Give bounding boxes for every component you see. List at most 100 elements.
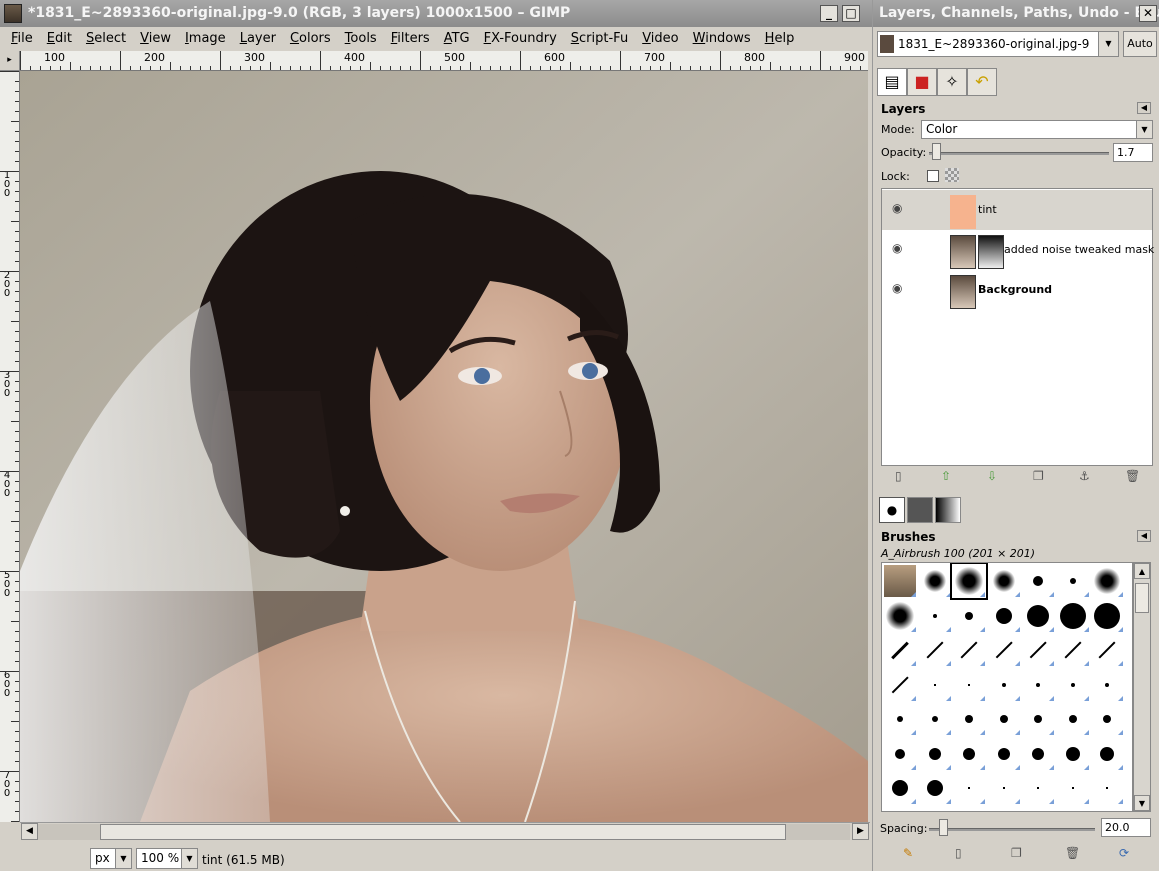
unit-selector[interactable]: px ▼ (90, 848, 132, 869)
tab-paths[interactable]: ✧ (937, 68, 967, 96)
brush-preset[interactable] (952, 771, 986, 805)
brush-preset[interactable] (952, 737, 986, 771)
spacing-slider-track[interactable] (929, 828, 1095, 831)
eye-icon[interactable]: ◉ (892, 202, 906, 214)
brush-preset[interactable] (1021, 668, 1055, 702)
brush-preset[interactable] (1056, 564, 1090, 598)
tab-layers[interactable]: ▤ (877, 68, 907, 96)
opacity-slider-handle[interactable] (931, 143, 941, 160)
eye-icon[interactable]: ◉ (892, 282, 906, 294)
brush-preset[interactable] (918, 771, 952, 805)
scroll-thumb[interactable] (1135, 583, 1149, 613)
brush-preset[interactable] (1090, 668, 1124, 702)
tab-gradients[interactable] (935, 497, 961, 523)
scroll-up-button[interactable]: ▲ (1134, 563, 1150, 579)
anchor-layer-icon[interactable]: ⚓ (1079, 469, 1090, 483)
brush-preset[interactable] (1090, 702, 1124, 736)
menu-edit[interactable]: Edit (40, 27, 79, 51)
menu-windows[interactable]: Windows (686, 27, 758, 51)
brush-preset[interactable] (918, 737, 952, 771)
scroll-right-button[interactable]: ▶ (852, 823, 869, 840)
scroll-left-button[interactable]: ◀ (21, 823, 38, 840)
minimize-button[interactable]: _ (820, 5, 838, 22)
brush-preset[interactable] (1056, 702, 1090, 736)
horizontal-ruler[interactable]: 100 200 300 400 500 600 700 800 900 (20, 51, 868, 71)
brush-preset[interactable] (1021, 771, 1055, 805)
lower-layer-icon[interactable]: ⇩ (987, 469, 997, 483)
tab-channels[interactable]: ■ (907, 68, 937, 96)
brush-preset[interactable] (1056, 633, 1090, 667)
brush-preset[interactable] (987, 737, 1021, 771)
menu-atg[interactable]: ATG (437, 27, 477, 51)
menu-image[interactable]: Image (178, 27, 233, 51)
brush-preset[interactable] (1056, 668, 1090, 702)
brush-preset[interactable] (952, 633, 986, 667)
brush-preset[interactable] (918, 633, 952, 667)
brush-preset[interactable] (1021, 737, 1055, 771)
menu-view[interactable]: View (133, 27, 178, 51)
brush-preset[interactable] (918, 668, 952, 702)
tab-undo[interactable]: ↶ (967, 68, 997, 96)
opacity-spinbox[interactable]: 1.7 (1113, 143, 1153, 162)
brush-preset[interactable] (1090, 771, 1124, 805)
duplicate-layer-icon[interactable]: ❐ (1033, 469, 1044, 483)
brush-preset[interactable] (1056, 599, 1090, 633)
menu-video[interactable]: Video (635, 27, 685, 51)
brush-preset[interactable] (1021, 564, 1055, 598)
brush-preset[interactable] (952, 668, 986, 702)
scroll-down-button[interactable]: ▼ (1134, 795, 1150, 811)
lock-alpha-icon[interactable] (945, 168, 959, 182)
menu-select[interactable]: Select (79, 27, 133, 51)
brush-preset[interactable] (987, 633, 1021, 667)
tab-patterns[interactable] (907, 497, 933, 523)
brush-preset[interactable] (883, 668, 917, 702)
brush-preset[interactable] (883, 633, 917, 667)
duplicate-brush-icon[interactable]: ❐ (1011, 846, 1022, 860)
panel-menu-icon[interactable]: ◀ (1137, 102, 1151, 114)
brush-preset[interactable] (950, 563, 988, 600)
eye-icon[interactable]: ◉ (892, 242, 906, 254)
brush-preset[interactable] (918, 599, 952, 633)
gimp-app-icon[interactable] (4, 4, 22, 23)
brush-preset[interactable] (952, 599, 986, 633)
menu-fx-foundry[interactable]: FX-Foundry (477, 27, 564, 51)
layer-row-added-noise[interactable]: ◉ added noise tweaked mask (882, 230, 1154, 270)
tab-brushes[interactable]: ● (879, 497, 905, 523)
menu-layer[interactable]: Layer (233, 27, 283, 51)
menu-help[interactable]: Help (758, 27, 802, 51)
brush-preset[interactable] (918, 564, 952, 598)
zoom-selector[interactable]: 100 % ▼ (136, 848, 198, 869)
brush-preset[interactable] (987, 564, 1021, 598)
menu-tools[interactable]: Tools (338, 27, 384, 51)
brush-preset[interactable] (1021, 599, 1055, 633)
brush-preset[interactable] (987, 702, 1021, 736)
auto-button[interactable]: Auto (1123, 31, 1157, 57)
scroll-thumb[interactable] (100, 824, 786, 840)
brush-preset[interactable] (883, 737, 917, 771)
menu-script-fu[interactable]: Script-Fu (564, 27, 635, 51)
new-brush-icon[interactable]: ▯ (955, 846, 962, 860)
refresh-brushes-icon[interactable]: ⟳ (1119, 846, 1129, 860)
brush-scrollbar[interactable]: ▲ ▼ (1133, 562, 1151, 812)
brush-preset[interactable] (1090, 599, 1124, 633)
menu-file[interactable]: File (4, 27, 40, 51)
layer-row-tint[interactable]: ◉ tint (882, 190, 1152, 230)
maximize-button[interactable]: □ (842, 5, 860, 22)
layer-row-background[interactable]: ◉ Background (882, 270, 1152, 310)
dock-titlebar[interactable]: Layers, Channels, Paths, Undo - Bru... (873, 0, 1159, 27)
brush-preset[interactable] (918, 702, 952, 736)
brush-preset[interactable] (1090, 633, 1124, 667)
spacing-spinbox[interactable]: 20.0 (1101, 818, 1151, 837)
quick-mask-toggle[interactable]: ▸ (0, 51, 20, 71)
brush-preset[interactable] (1090, 737, 1124, 771)
brush-preset[interactable] (883, 564, 917, 598)
brush-preset[interactable] (987, 668, 1021, 702)
edit-brush-icon[interactable]: ✎ (903, 846, 913, 860)
raise-layer-icon[interactable]: ⇧ (941, 469, 951, 483)
brush-preset[interactable] (1056, 737, 1090, 771)
brush-preset[interactable] (1056, 771, 1090, 805)
image-canvas[interactable] (20, 71, 868, 822)
brush-preset[interactable] (1090, 564, 1124, 598)
brush-preset[interactable] (883, 599, 917, 633)
horizontal-scrollbar[interactable]: ◀ ▶ (20, 822, 870, 840)
